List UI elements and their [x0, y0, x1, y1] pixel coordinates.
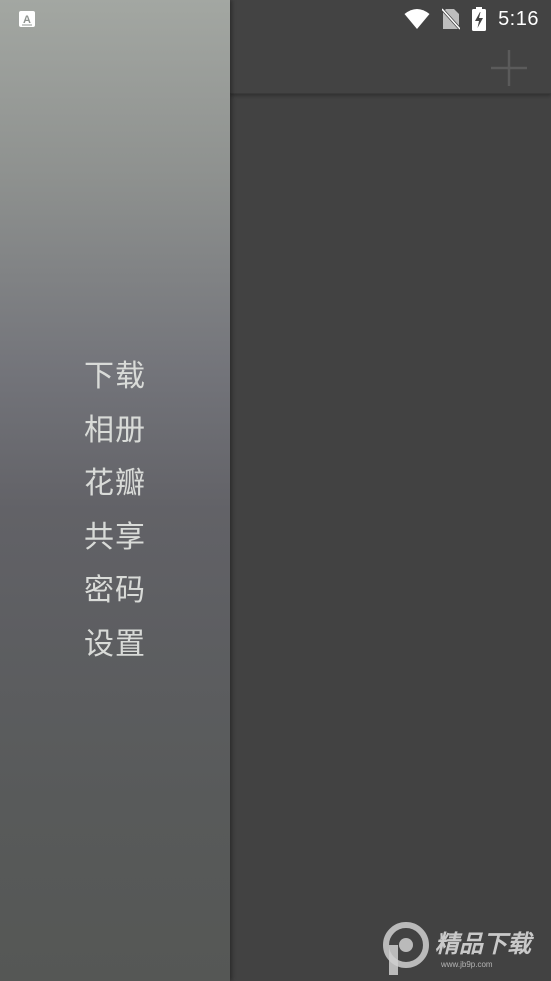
add-button[interactable] — [489, 48, 529, 88]
drawer-item-album[interactable]: 相册 — [0, 404, 230, 458]
watermark-logo-icon: 精品下载 www.jb9p.com — [383, 922, 535, 975]
no-sim-icon — [442, 8, 461, 30]
status-bar: A 5:16 — [0, 0, 551, 38]
drawer-item-download[interactable]: 下载 — [0, 350, 230, 404]
plus-icon — [491, 50, 527, 86]
watermark-brand: 精品下载 — [435, 930, 535, 958]
main-content[interactable] — [230, 0, 551, 981]
drawer-item-settings[interactable]: 设置 — [0, 618, 230, 672]
status-right-group: 5:16 — [404, 6, 539, 32]
app-screen: A 5:16 下载 相册 花瓣 共享 密码 设置 精品下载 www.jb9p.c… — [0, 0, 551, 981]
wifi-icon — [404, 9, 430, 29]
drawer-item-share[interactable]: 共享 — [0, 511, 230, 565]
svg-text:A: A — [23, 14, 31, 26]
keyboard-a-icon: A — [19, 11, 35, 27]
drawer-item-password[interactable]: 密码 — [0, 564, 230, 618]
navigation-drawer: 下载 相册 花瓣 共享 密码 设置 — [0, 0, 230, 981]
battery-charging-icon — [472, 7, 487, 31]
drawer-item-huaban[interactable]: 花瓣 — [0, 457, 230, 511]
watermark: 精品下载 www.jb9p.com — [379, 919, 547, 977]
status-time: 5:16 — [498, 7, 539, 30]
watermark-url: www.jb9p.com — [440, 960, 493, 969]
drawer-menu: 下载 相册 花瓣 共享 密码 设置 — [0, 350, 230, 672]
